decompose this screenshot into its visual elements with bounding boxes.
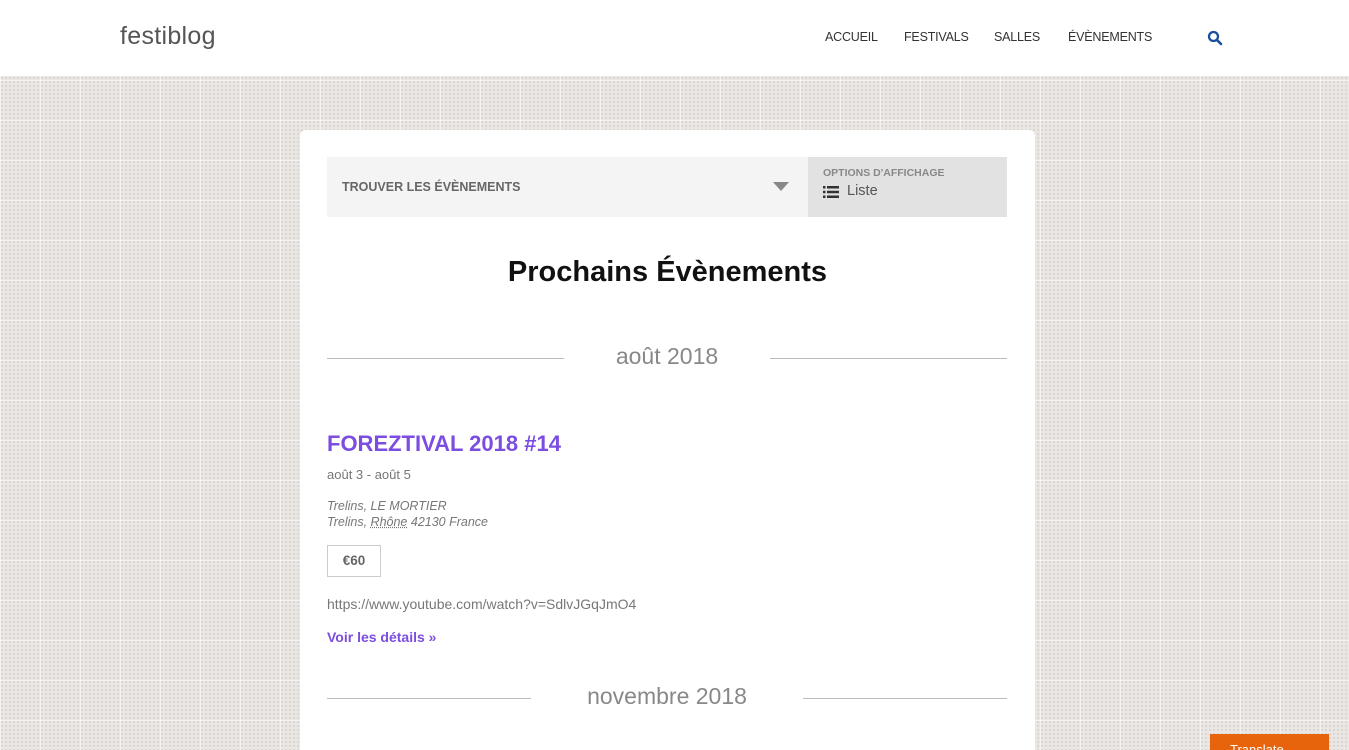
month-heading: novembre 2018 [587, 683, 747, 709]
nav-item-salles[interactable]: SALLES [994, 30, 1040, 44]
display-options-label: OPTIONS D'AFFICHAGE [823, 167, 945, 179]
search-icon[interactable] [1207, 30, 1223, 46]
venue-city: Trelins, [327, 515, 368, 529]
month-separator: août 2018 [327, 343, 1007, 373]
chevron-down-icon [773, 182, 789, 191]
find-events-toggle[interactable]: TROUVER LES ÉVÈNEMENTS [327, 157, 808, 217]
event-title-link[interactable]: FOREZTIVAL 2018 #14 [327, 431, 561, 457]
nav-item-accueil[interactable]: ACCUEIL [825, 30, 878, 44]
event-price-badge: €60 [327, 545, 381, 577]
divider [803, 698, 1007, 699]
display-options[interactable]: OPTIONS D'AFFICHAGE Liste [808, 157, 1007, 217]
site-header: festiblog ACCUEIL FESTIVALS SALLES ÉVÈNE… [0, 0, 1349, 76]
nav-item-evenements[interactable]: ÉVÈNEMENTS [1068, 30, 1152, 44]
find-events-label: TROUVER LES ÉVÈNEMENTS [342, 180, 521, 194]
event-address: Trelins, Rhône 42130 France [327, 515, 488, 529]
translate-button[interactable]: Translate [1210, 734, 1329, 750]
events-card: TROUVER LES ÉVÈNEMENTS OPTIONS D'AFFICHA… [300, 130, 1035, 750]
month-heading: août 2018 [615, 343, 719, 369]
venue-region: Rhône [370, 515, 408, 529]
event-video-link: https://www.youtube.com/watch?v=SdlvJGqJ… [327, 596, 637, 612]
events-filter-bar: TROUVER LES ÉVÈNEMENTS OPTIONS D'AFFICHA… [327, 157, 1007, 217]
list-view-label: Liste [847, 183, 878, 199]
view-details-link[interactable]: Voir les détails » [327, 629, 436, 645]
month-separator: novembre 2018 [327, 683, 1007, 713]
event-dates: août 3 - août 5 [327, 467, 411, 482]
venue-postal: 42130 France [410, 515, 489, 529]
page-title: Prochains Évènements [507, 256, 828, 288]
nav-item-festivals[interactable]: FESTIVALS [904, 30, 969, 44]
event-venue: Trelins, LE MORTIER [327, 499, 447, 513]
site-logo[interactable]: festiblog [120, 22, 216, 51]
list-icon [823, 186, 839, 198]
divider [770, 358, 1007, 359]
